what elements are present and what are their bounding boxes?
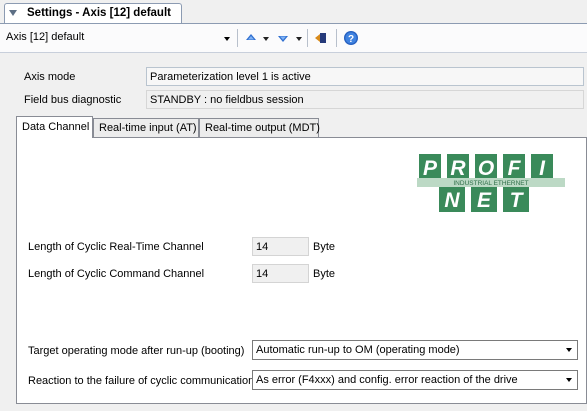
rt-channel-length-unit: Byte	[313, 241, 336, 253]
settings-document-tab-label: Settings - Axis [12] default	[27, 7, 171, 19]
failure-reaction-label: Reaction to the failure of cyclic commun…	[28, 375, 255, 387]
logo-band-text: INDUSTRIAL ETHERNET	[453, 180, 528, 187]
axis-mode-label: Axis mode	[24, 71, 76, 83]
failure-reaction-select[interactable]: As error (F4xxx) and config. error react…	[252, 370, 578, 390]
chevron-down-icon[interactable]	[566, 378, 572, 382]
navigate-down-dropdown-icon[interactable]	[296, 37, 302, 41]
fieldbus-diagnostic-label: Field bus diagnostic	[24, 94, 122, 106]
svg-text:?: ?	[348, 34, 354, 45]
axis-selector-dropdown-icon[interactable]	[224, 37, 230, 41]
failure-reaction-value: As error (F4xxx) and config. error react…	[256, 374, 518, 386]
tab-data-channel[interactable]: Data Channel	[16, 116, 93, 138]
toolbar-separator	[237, 29, 238, 47]
rt-channel-length-label: Length of Cyclic Real-Time Channel	[28, 241, 204, 253]
cmd-channel-length-field: 14	[252, 264, 309, 283]
toolbar	[0, 24, 587, 53]
target-mode-select[interactable]: Automatic run-up to OM (operating mode)	[252, 340, 578, 360]
settings-document-tab[interactable]: Settings - Axis [12] default	[4, 3, 182, 23]
target-mode-value: Automatic run-up to OM (operating mode)	[256, 344, 460, 356]
fieldbus-diagnostic-field: STANDBY : no fieldbus session	[146, 90, 584, 109]
logo-letter: N	[444, 189, 460, 212]
cmd-channel-length-unit: Byte	[313, 268, 336, 280]
navigate-up-icon[interactable]	[243, 30, 259, 46]
logo-letter: E	[477, 189, 492, 212]
logo-letter: P	[423, 157, 438, 180]
logo-letter: T	[510, 189, 525, 212]
exit-icon[interactable]	[313, 30, 329, 46]
toolbar-separator	[307, 29, 308, 47]
tab-real-time-input[interactable]: Real-time input (AT)	[93, 118, 199, 137]
tab-menu-icon[interactable]	[9, 10, 17, 16]
toolbar-separator	[336, 29, 337, 47]
logo-letter: F	[508, 157, 522, 180]
logo-letter: O	[478, 157, 494, 180]
help-icon[interactable]: ?	[343, 30, 359, 46]
profinet-logo: P R O F I N E T INDUSTRIAL ETHERNET	[417, 154, 565, 212]
navigate-down-icon[interactable]	[275, 30, 291, 46]
chevron-down-icon[interactable]	[566, 348, 572, 352]
cmd-channel-length-label: Length of Cyclic Command Channel	[28, 268, 205, 280]
rt-channel-length-field: 14	[252, 237, 309, 256]
navigate-up-dropdown-icon[interactable]	[263, 37, 269, 41]
logo-letter: R	[450, 157, 466, 180]
tab-real-time-output[interactable]: Real-time output (MDT)	[199, 118, 320, 137]
target-mode-label: Target operating mode after run-up (boot…	[28, 345, 245, 357]
axis-mode-field[interactable]: Parameterization level 1 is active	[146, 67, 584, 86]
axis-selector[interactable]: Axis [12] default	[6, 31, 84, 43]
